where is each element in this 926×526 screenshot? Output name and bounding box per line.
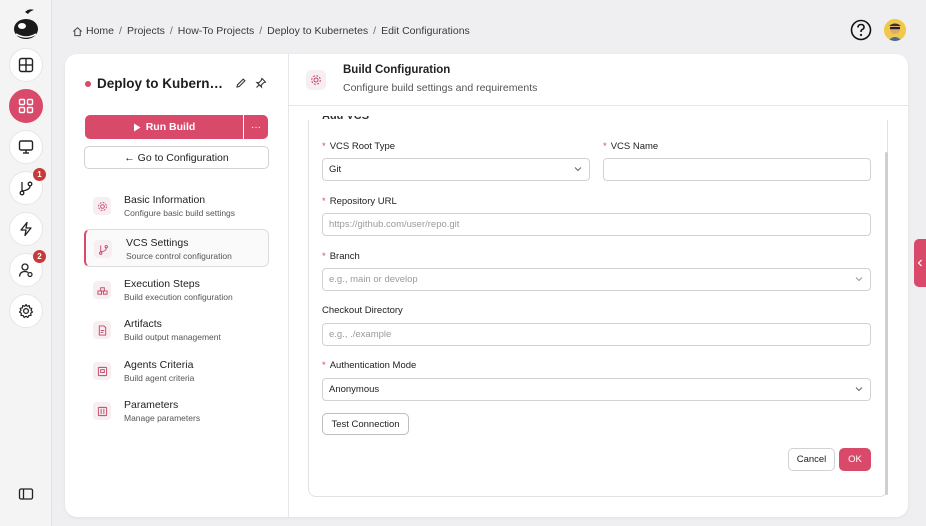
side-panel-toggle[interactable] <box>914 239 926 287</box>
repository-url-label: * Repository URL <box>322 196 397 207</box>
chevron-down-icon <box>855 277 863 282</box>
nav-item-subtitle: Manage parameters <box>124 413 201 423</box>
nav-item-title: Execution Steps <box>124 278 200 290</box>
nav-item-execution-steps[interactable]: Execution Steps Build execution configur… <box>84 271 269 309</box>
gear-icon <box>93 197 111 215</box>
go-to-configuration-button[interactable]: ← Go to Configuration <box>84 146 269 169</box>
home-icon[interactable] <box>72 26 83 37</box>
rail-settings-button[interactable] <box>9 294 43 328</box>
nav-item-subtitle: Build agent criteria <box>124 373 195 383</box>
sidebar-toggle-button[interactable] <box>9 477 43 511</box>
authentication-mode-select[interactable]: Anonymous <box>322 378 871 401</box>
sliders-icon <box>93 402 111 420</box>
breadcrumb-home[interactable]: Home <box>86 25 114 37</box>
checkout-directory-input[interactable]: e.g., ./example <box>322 323 871 346</box>
monitor-icon <box>18 140 34 154</box>
breadcrumb-separator: / <box>119 25 122 37</box>
breadcrumb-separator: / <box>169 25 173 37</box>
form-section-title: Add VCS <box>322 116 370 122</box>
test-connection-button[interactable]: Test Connection <box>322 413 409 435</box>
breadcrumb-deploy[interactable]: Deploy to Kubernetes <box>267 25 368 37</box>
nav-item-parameters[interactable]: Parameters Manage parameters <box>84 392 269 430</box>
nav-item-subtitle: Build output management <box>124 332 221 342</box>
rail-users-button[interactable]: 2 <box>9 250 46 287</box>
breadcrumb-current: Edit Configurations <box>381 25 470 37</box>
repository-url-input[interactable]: https://github.com/user/repo.git <box>322 213 871 236</box>
git-branch-icon <box>94 240 112 258</box>
layout-icon <box>18 57 34 73</box>
run-build-label: Run Build <box>145 121 196 133</box>
nav-item-agents-criteria[interactable]: Agents Criteria Build agent criteria <box>84 352 269 390</box>
branch-select[interactable]: e.g., main or develop <box>322 268 871 291</box>
rail-agents-button[interactable] <box>9 130 43 164</box>
chevron-left-icon <box>917 259 922 267</box>
app-logo-icon[interactable] <box>11 8 41 42</box>
lightning-icon <box>20 221 32 237</box>
help-icon[interactable] <box>850 19 872 41</box>
breadcrumb-separator: / <box>259 25 263 37</box>
status-dot <box>85 81 91 87</box>
avatar-icon <box>884 19 906 41</box>
user-settings-icon <box>18 263 33 278</box>
gear-icon <box>18 303 34 319</box>
breadcrumb-how-to-projects[interactable]: How-To Projects <box>178 25 254 37</box>
rail-dashboard-button[interactable] <box>9 48 43 82</box>
run-build-button[interactable]: Run Build <box>85 115 243 139</box>
ok-button[interactable]: OK <box>839 448 871 471</box>
edit-icon[interactable] <box>235 77 247 89</box>
vcs-count-badge: 1 <box>33 168 46 181</box>
nav-item-subtitle: Build execution configuration <box>124 292 233 302</box>
rail-vcs-button[interactable]: 1 <box>9 168 46 205</box>
breadcrumb: Home / Projects / How-To Projects / Depl… <box>72 24 470 38</box>
users-count-badge: 2 <box>33 250 46 263</box>
sidebar-icon <box>18 488 34 500</box>
nav-item-title: Parameters <box>124 399 179 411</box>
checkout-directory-label: Checkout Directory <box>322 305 403 316</box>
chevron-down-icon <box>574 167 582 172</box>
vcs-root-type-select[interactable]: Git <box>322 158 590 181</box>
rail-projects-button[interactable] <box>9 89 43 123</box>
grid-icon <box>18 98 34 114</box>
section-subtitle: Configure build settings and requirement… <box>343 82 538 94</box>
nav-item-title: Basic Information <box>124 194 206 206</box>
project-title: Deploy to Kubernetes <box>97 76 229 91</box>
breadcrumb-separator: / <box>373 25 377 37</box>
agent-icon <box>93 362 111 380</box>
nav-item-subtitle: Source control configuration <box>126 251 232 261</box>
branch-label: * Branch <box>322 251 360 262</box>
rail-triggers-button[interactable] <box>9 212 43 246</box>
steps-icon <box>93 281 111 299</box>
header-divider <box>289 105 908 106</box>
nav-item-artifacts[interactable]: Artifacts Build output management <box>84 311 269 349</box>
build-config-gear-icon <box>306 70 326 90</box>
pin-icon[interactable] <box>255 77 267 89</box>
form-scrollbar[interactable] <box>885 152 888 495</box>
breadcrumb-projects[interactable]: Projects <box>127 25 165 37</box>
run-options-button[interactable]: ··· <box>244 115 268 139</box>
vcs-root-type-label: * VCS Root Type <box>322 141 396 152</box>
nav-item-title: VCS Settings <box>126 237 189 249</box>
play-icon <box>133 123 141 131</box>
section-title: Build Configuration <box>343 64 451 76</box>
nav-item-vcs-settings[interactable]: VCS Settings Source control configuratio… <box>84 229 269 267</box>
vcs-name-input[interactable] <box>603 158 871 181</box>
chevron-down-icon <box>855 387 863 392</box>
app-rail: 1 2 <box>0 0 52 526</box>
authentication-mode-label: * Authentication Mode <box>322 360 417 371</box>
file-icon <box>93 321 111 339</box>
git-branch-icon <box>19 181 33 196</box>
cancel-button[interactable]: Cancel <box>788 448 835 471</box>
vcs-name-label: * VCS Name <box>603 141 659 152</box>
user-avatar[interactable] <box>884 19 906 41</box>
nav-item-subtitle: Configure basic build settings <box>124 208 236 218</box>
nav-item-title: Agents Criteria <box>124 359 194 371</box>
nav-item-title: Artifacts <box>124 318 162 330</box>
nav-item-basic-information[interactable]: Basic Information Configure basic build … <box>84 187 269 225</box>
